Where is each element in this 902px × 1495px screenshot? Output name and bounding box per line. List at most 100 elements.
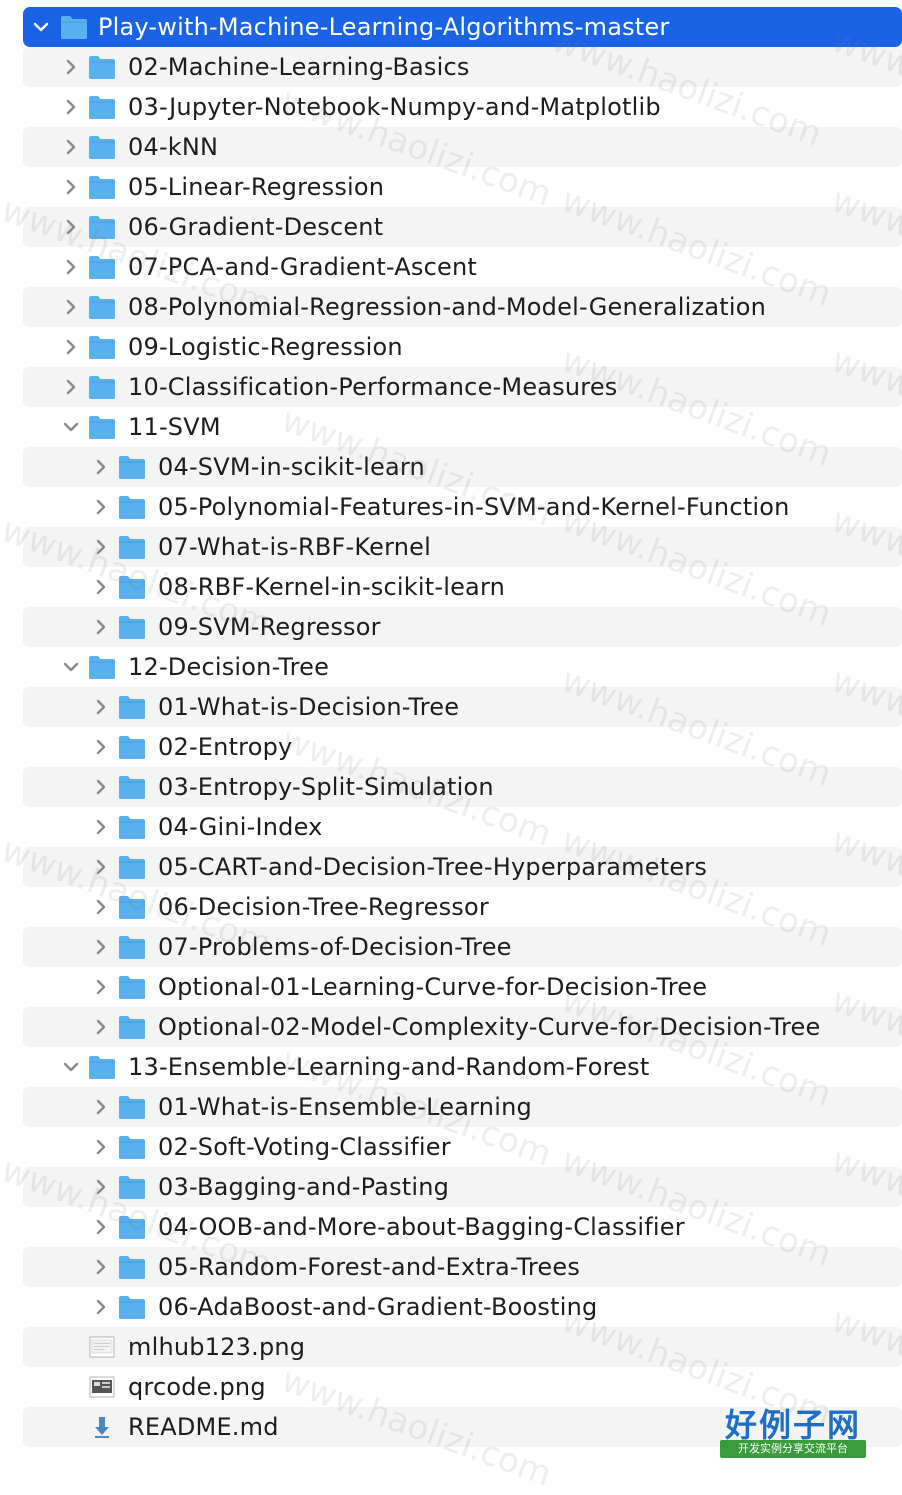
tree-item-label: 08-RBF-Kernel-in-scikit-learn <box>158 573 506 601</box>
chevron-right-icon[interactable] <box>61 97 81 117</box>
tree-row-folder[interactable]: 12-Decision-Tree <box>23 647 902 687</box>
chevron-right-icon[interactable] <box>91 577 111 597</box>
chevron-right-icon[interactable] <box>91 497 111 517</box>
chevron-right-icon[interactable] <box>91 697 111 717</box>
tree-item-label: 09-Logistic-Regression <box>128 333 403 361</box>
chevron-down-icon[interactable] <box>61 657 81 677</box>
tree-row-folder[interactable]: 06-AdaBoost-and-Gradient-Boosting <box>23 1287 902 1327</box>
chevron-right-icon[interactable] <box>91 1217 111 1237</box>
tree-item-label: 05-CART-and-Decision-Tree-Hyperparameter… <box>158 853 708 881</box>
tree-row-folder[interactable]: 09-Logistic-Regression <box>23 327 902 367</box>
chevron-right-icon[interactable] <box>91 817 111 837</box>
site-logo: 好例子网 开发实例分享交流平台 <box>718 1400 868 1460</box>
chevron-right-icon[interactable] <box>91 737 111 757</box>
tree-item-label: 10-Classification-Performance-Measures <box>128 373 618 401</box>
tree-item-label: 08-Polynomial-Regression-and-Model-Gener… <box>128 293 767 321</box>
chevron-right-icon[interactable] <box>91 617 111 637</box>
chevron-down-icon[interactable] <box>31 17 51 37</box>
tree-row-folder[interactable]: 03-Entropy-Split-Simulation <box>23 767 902 807</box>
tree-row-folder[interactable]: Optional-01-Learning-Curve-for-Decision-… <box>23 967 902 1007</box>
tree-row-folder[interactable]: 08-Polynomial-Regression-and-Model-Gener… <box>23 287 902 327</box>
chevron-right-icon[interactable] <box>91 537 111 557</box>
chevron-right-icon[interactable] <box>91 857 111 877</box>
tree-row-folder[interactable]: 07-What-is-RBF-Kernel <box>23 527 902 567</box>
tree-item-label: 04-kNN <box>128 133 219 161</box>
chevron-right-icon[interactable] <box>91 1177 111 1197</box>
chevron-right-icon[interactable] <box>91 457 111 477</box>
tree-row-file[interactable]: mlhub123.png <box>23 1327 902 1367</box>
tree-row-folder[interactable]: 04-OOB-and-More-about-Bagging-Classifier <box>23 1207 902 1247</box>
tree-item-label: 05-Linear-Regression <box>128 173 385 201</box>
tree-row-folder[interactable]: 02-Machine-Learning-Basics <box>23 47 902 87</box>
folder-icon <box>117 1133 147 1161</box>
tree-row-folder[interactable]: 05-Polynomial-Features-in-SVM-and-Kernel… <box>23 487 902 527</box>
tree-row-folder[interactable]: 04-kNN <box>23 127 902 167</box>
tree-item-label: 09-SVM-Regressor <box>158 613 381 641</box>
folder-icon <box>117 933 147 961</box>
tree-row-folder[interactable]: Optional-02-Model-Complexity-Curve-for-D… <box>23 1007 902 1047</box>
chevron-right-icon[interactable] <box>61 137 81 157</box>
chevron-right-icon[interactable] <box>61 377 81 397</box>
chevron-right-icon[interactable] <box>61 177 81 197</box>
image-file-icon <box>87 1333 117 1361</box>
chevron-right-icon[interactable] <box>61 337 81 357</box>
chevron-right-icon[interactable] <box>91 937 111 957</box>
tree-row-folder[interactable]: 04-SVM-in-scikit-learn <box>23 447 902 487</box>
folder-icon <box>117 1213 147 1241</box>
folder-icon <box>117 533 147 561</box>
chevron-right-icon[interactable] <box>91 977 111 997</box>
chevron-right-icon[interactable] <box>91 777 111 797</box>
tree-item-label: 01-What-is-Decision-Tree <box>158 693 460 721</box>
tree-row-folder[interactable]: 10-Classification-Performance-Measures <box>23 367 902 407</box>
tree-row-folder[interactable]: 06-Gradient-Descent <box>23 207 902 247</box>
tree-row-folder[interactable]: 08-RBF-Kernel-in-scikit-learn <box>23 567 902 607</box>
chevron-right-icon[interactable] <box>61 57 81 77</box>
tree-row-folder[interactable]: 05-CART-and-Decision-Tree-Hyperparameter… <box>23 847 902 887</box>
tree-row-folder[interactable]: 02-Entropy <box>23 727 902 767</box>
folder-icon <box>87 253 117 281</box>
tree-row-folder[interactable]: 07-PCA-and-Gradient-Ascent <box>23 247 902 287</box>
folder-icon <box>87 53 117 81</box>
chevron-right-icon[interactable] <box>91 897 111 917</box>
tree-item-label: 04-OOB-and-More-about-Bagging-Classifier <box>158 1213 685 1241</box>
tree-row-folder[interactable]: 13-Ensemble-Learning-and-Random-Forest <box>23 1047 902 1087</box>
tree-row-folder[interactable]: 05-Linear-Regression <box>23 167 902 207</box>
tree-item-label: Play-with-Machine-Learning-Algorithms-ma… <box>98 13 670 41</box>
logo-subtitle: 开发实例分享交流平台 <box>720 1440 866 1458</box>
folder-icon <box>117 453 147 481</box>
tree-item-label: 06-Gradient-Descent <box>128 213 384 241</box>
tree-row-folder[interactable]: 05-Random-Forest-and-Extra-Trees <box>23 1247 902 1287</box>
tree-row-folder[interactable]: 02-Soft-Voting-Classifier <box>23 1127 902 1167</box>
chevron-right-icon[interactable] <box>61 217 81 237</box>
folder-icon <box>117 973 147 1001</box>
chevron-right-icon[interactable] <box>91 1097 111 1117</box>
tree-row-folder[interactable]: 06-Decision-Tree-Regressor <box>23 887 902 927</box>
tree-row-folder[interactable]: 11-SVM <box>23 407 902 447</box>
chevron-right-icon[interactable] <box>91 1017 111 1037</box>
tree-row-folder[interactable]: Play-with-Machine-Learning-Algorithms-ma… <box>23 7 902 47</box>
tree-item-label: 03-Bagging-and-Pasting <box>158 1173 450 1201</box>
tree-item-label: 04-Gini-Index <box>158 813 323 841</box>
folder-icon <box>87 213 117 241</box>
chevron-right-icon[interactable] <box>61 257 81 277</box>
folder-icon <box>87 173 117 201</box>
tree-item-label: Optional-02-Model-Complexity-Curve-for-D… <box>158 1013 821 1041</box>
tree-row-folder[interactable]: 03-Bagging-and-Pasting <box>23 1167 902 1207</box>
folder-icon <box>117 773 147 801</box>
chevron-down-icon[interactable] <box>61 417 81 437</box>
chevron-right-icon[interactable] <box>61 297 81 317</box>
tree-row-folder[interactable]: 03-Jupyter-Notebook-Numpy-and-Matplotlib <box>23 87 902 127</box>
tree-row-folder[interactable]: 04-Gini-Index <box>23 807 902 847</box>
chevron-down-icon[interactable] <box>61 1057 81 1077</box>
folder-icon <box>117 1093 147 1121</box>
tree-row-folder[interactable]: 01-What-is-Ensemble-Learning <box>23 1087 902 1127</box>
chevron-right-icon[interactable] <box>91 1257 111 1277</box>
chevron-right-icon[interactable] <box>91 1137 111 1157</box>
tree-row-folder[interactable]: 01-What-is-Decision-Tree <box>23 687 902 727</box>
tree-item-label: 11-SVM <box>128 413 221 441</box>
tree-row-folder[interactable]: 07-Problems-of-Decision-Tree <box>23 927 902 967</box>
chevron-right-icon[interactable] <box>91 1297 111 1317</box>
tree-row-folder[interactable]: 09-SVM-Regressor <box>23 607 902 647</box>
tree-item-label: 02-Soft-Voting-Classifier <box>158 1133 451 1161</box>
image-file-icon <box>87 1373 117 1401</box>
